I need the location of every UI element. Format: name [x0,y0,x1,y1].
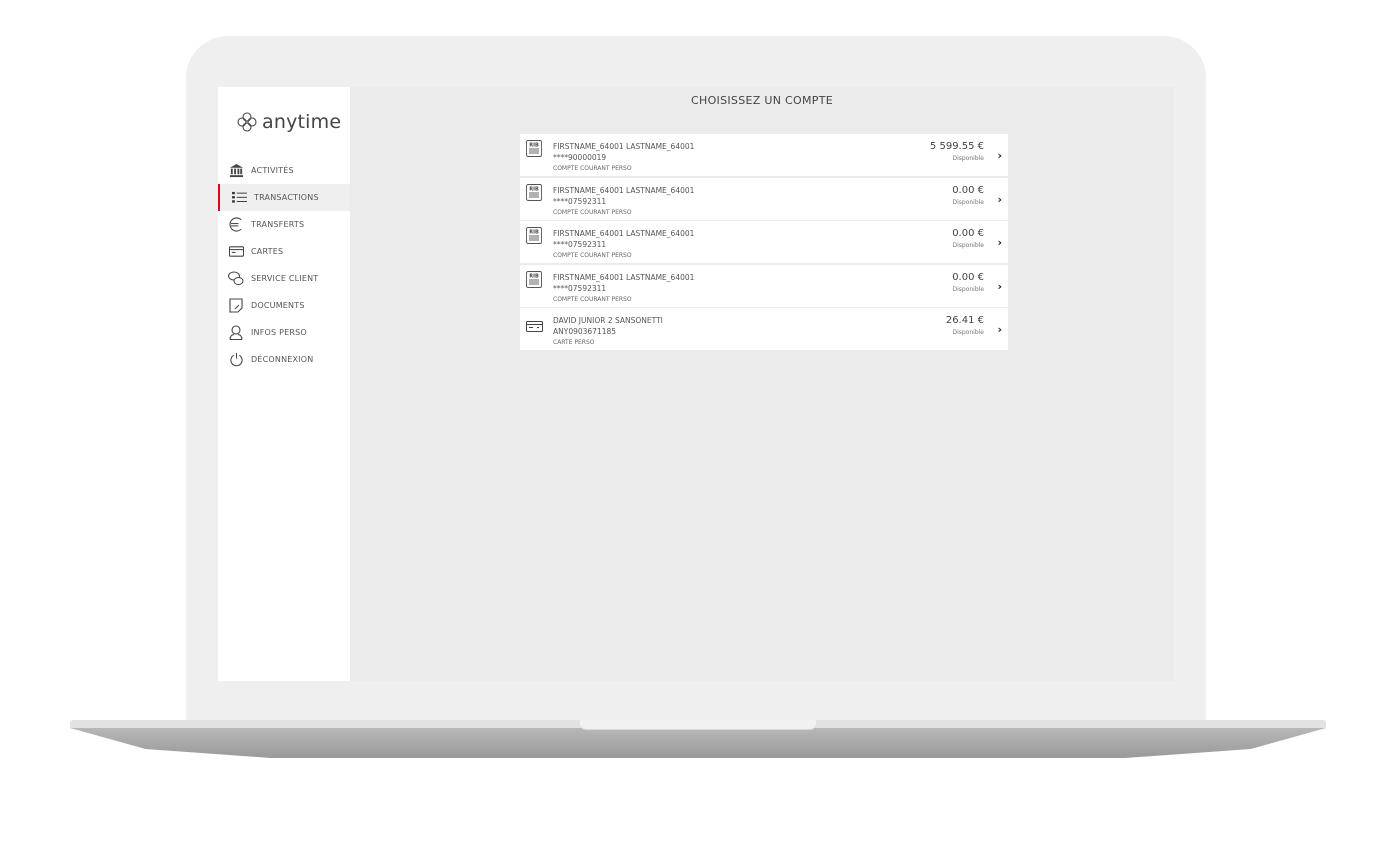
account-balance: 0.00 € [952,184,984,196]
account-balance: 5 599.55 € [929,141,984,152]
card-icon [526,317,543,336]
account-row[interactable]: RIB FIRSTNAME_64001 LASTNAME_64001 ****0… [520,177,1008,220]
account-balance: 26.41 € [945,315,984,326]
svg-text:RIB: RIB [529,143,539,149]
sidebar: anytime ACTIVITÉS TRANSACTIONS TRANSFERT… [218,87,350,681]
account-balance: 0.00 € [952,271,984,283]
rib-icon: RIB [526,183,542,205]
clover-logo-icon [237,112,257,132]
balance-label: Disponible [952,198,984,206]
sidebar-item-transferts[interactable]: TRANSFERTS [218,211,350,238]
laptop-notch [580,720,816,730]
app-screen: anytime ACTIVITÉS TRANSACTIONS TRANSFERT… [218,87,1174,681]
chevron-right-icon[interactable]: › [997,149,1002,162]
account-number: ****90000019 [553,153,607,162]
sidebar-item-documents[interactable]: DOCUMENTS [218,292,350,319]
chevron-right-icon[interactable]: › [997,193,1002,206]
balance-label: Disponible [952,285,984,293]
account-number: ANY0903671185 [553,327,617,336]
document-icon [228,298,244,314]
account-row[interactable]: RIB FIRSTNAME_64001 LASTNAME_64001 ****0… [520,221,1008,263]
sidebar-item-activites[interactable]: ACTIVITÉS [218,157,350,184]
sidebar-item-label: CARTES [251,247,284,256]
account-row[interactable]: RIB FIRSTNAME_64001 LASTNAME_64001 ****0… [520,264,1008,307]
sidebar-item-label: TRANSFERTS [251,220,305,229]
sidebar-item-label: DOCUMENTS [251,301,305,310]
account-holder: FIRSTNAME_64001 LASTNAME_64001 [553,142,695,151]
account-row[interactable]: DAVID JUNIOR 2 SANSONETTI ANY0903671185 … [520,308,1008,350]
account-type: COMPTE COURANT PERSO [553,165,632,172]
balance-label: Disponible [952,155,984,162]
brand-logo[interactable]: anytime [236,111,341,133]
account-type: COMPTE COURANT PERSO [553,252,632,259]
power-icon [228,352,244,368]
account-list: RIB FIRSTNAME_64001 LASTNAME_64001 ****9… [520,134,1008,352]
account-number: ****07592311 [553,240,607,249]
account-holder: DAVID JUNIOR 2 SANSONETTI [553,316,663,325]
euro-icon [228,217,244,233]
svg-text:RIB: RIB [529,186,539,192]
balance-label: Disponible [952,329,984,336]
account-holder: FIRSTNAME_64001 LASTNAME_64001 [553,229,695,238]
account-holder: FIRSTNAME_64001 LASTNAME_64001 [553,272,695,282]
sidebar-item-transactions[interactable]: TRANSACTIONS [218,184,350,211]
sidebar-item-label: TRANSACTIONS [254,193,319,202]
account-type: COMPTE COURANT PERSO [553,208,632,216]
sidebar-item-label: SERVICE CLIENT [251,274,319,283]
sidebar-item-deconnexion[interactable]: DÉCONNEXION [218,346,350,373]
svg-text:RIB: RIB [529,273,539,279]
page-title: CHOISISSEZ UN COMPTE [691,94,833,107]
account-balance: 0.00 € [952,228,984,239]
chevron-right-icon[interactable]: › [997,236,1002,249]
list-icon [231,190,247,206]
sidebar-item-label: ACTIVITÉS [251,166,294,175]
sidebar-item-service-client[interactable]: SERVICE CLIENT [218,265,350,292]
laptop-base [70,728,1326,758]
chevron-right-icon[interactable]: › [997,323,1002,336]
svg-text:RIB: RIB [529,230,539,236]
sidebar-nav: ACTIVITÉS TRANSACTIONS TRANSFERTS CARTES [218,157,350,373]
account-number: ****07592311 [553,283,607,293]
account-row[interactable]: RIB FIRSTNAME_64001 LASTNAME_64001 ****9… [520,134,1008,176]
sidebar-item-label: INFOS PERSO [251,328,307,337]
balance-label: Disponible [952,242,984,249]
card-icon [228,244,244,260]
sidebar-item-cartes[interactable]: CARTES [218,238,350,265]
rib-icon: RIB [526,227,542,248]
user-icon [228,325,244,341]
rib-icon: RIB [526,270,542,292]
rib-icon: RIB [526,140,542,161]
account-holder: FIRSTNAME_64001 LASTNAME_64001 [553,185,695,195]
chevron-right-icon[interactable]: › [997,280,1002,293]
bank-icon [228,163,244,179]
account-number: ****07592311 [553,196,607,206]
account-type: COMPTE COURANT PERSO [553,295,632,303]
sidebar-item-infos-perso[interactable]: INFOS PERSO [218,319,350,346]
chat-icon [228,271,244,287]
account-type: CARTE PERSO [553,339,595,346]
sidebar-item-label: DÉCONNEXION [251,355,314,364]
brand-name: anytime [262,111,342,133]
